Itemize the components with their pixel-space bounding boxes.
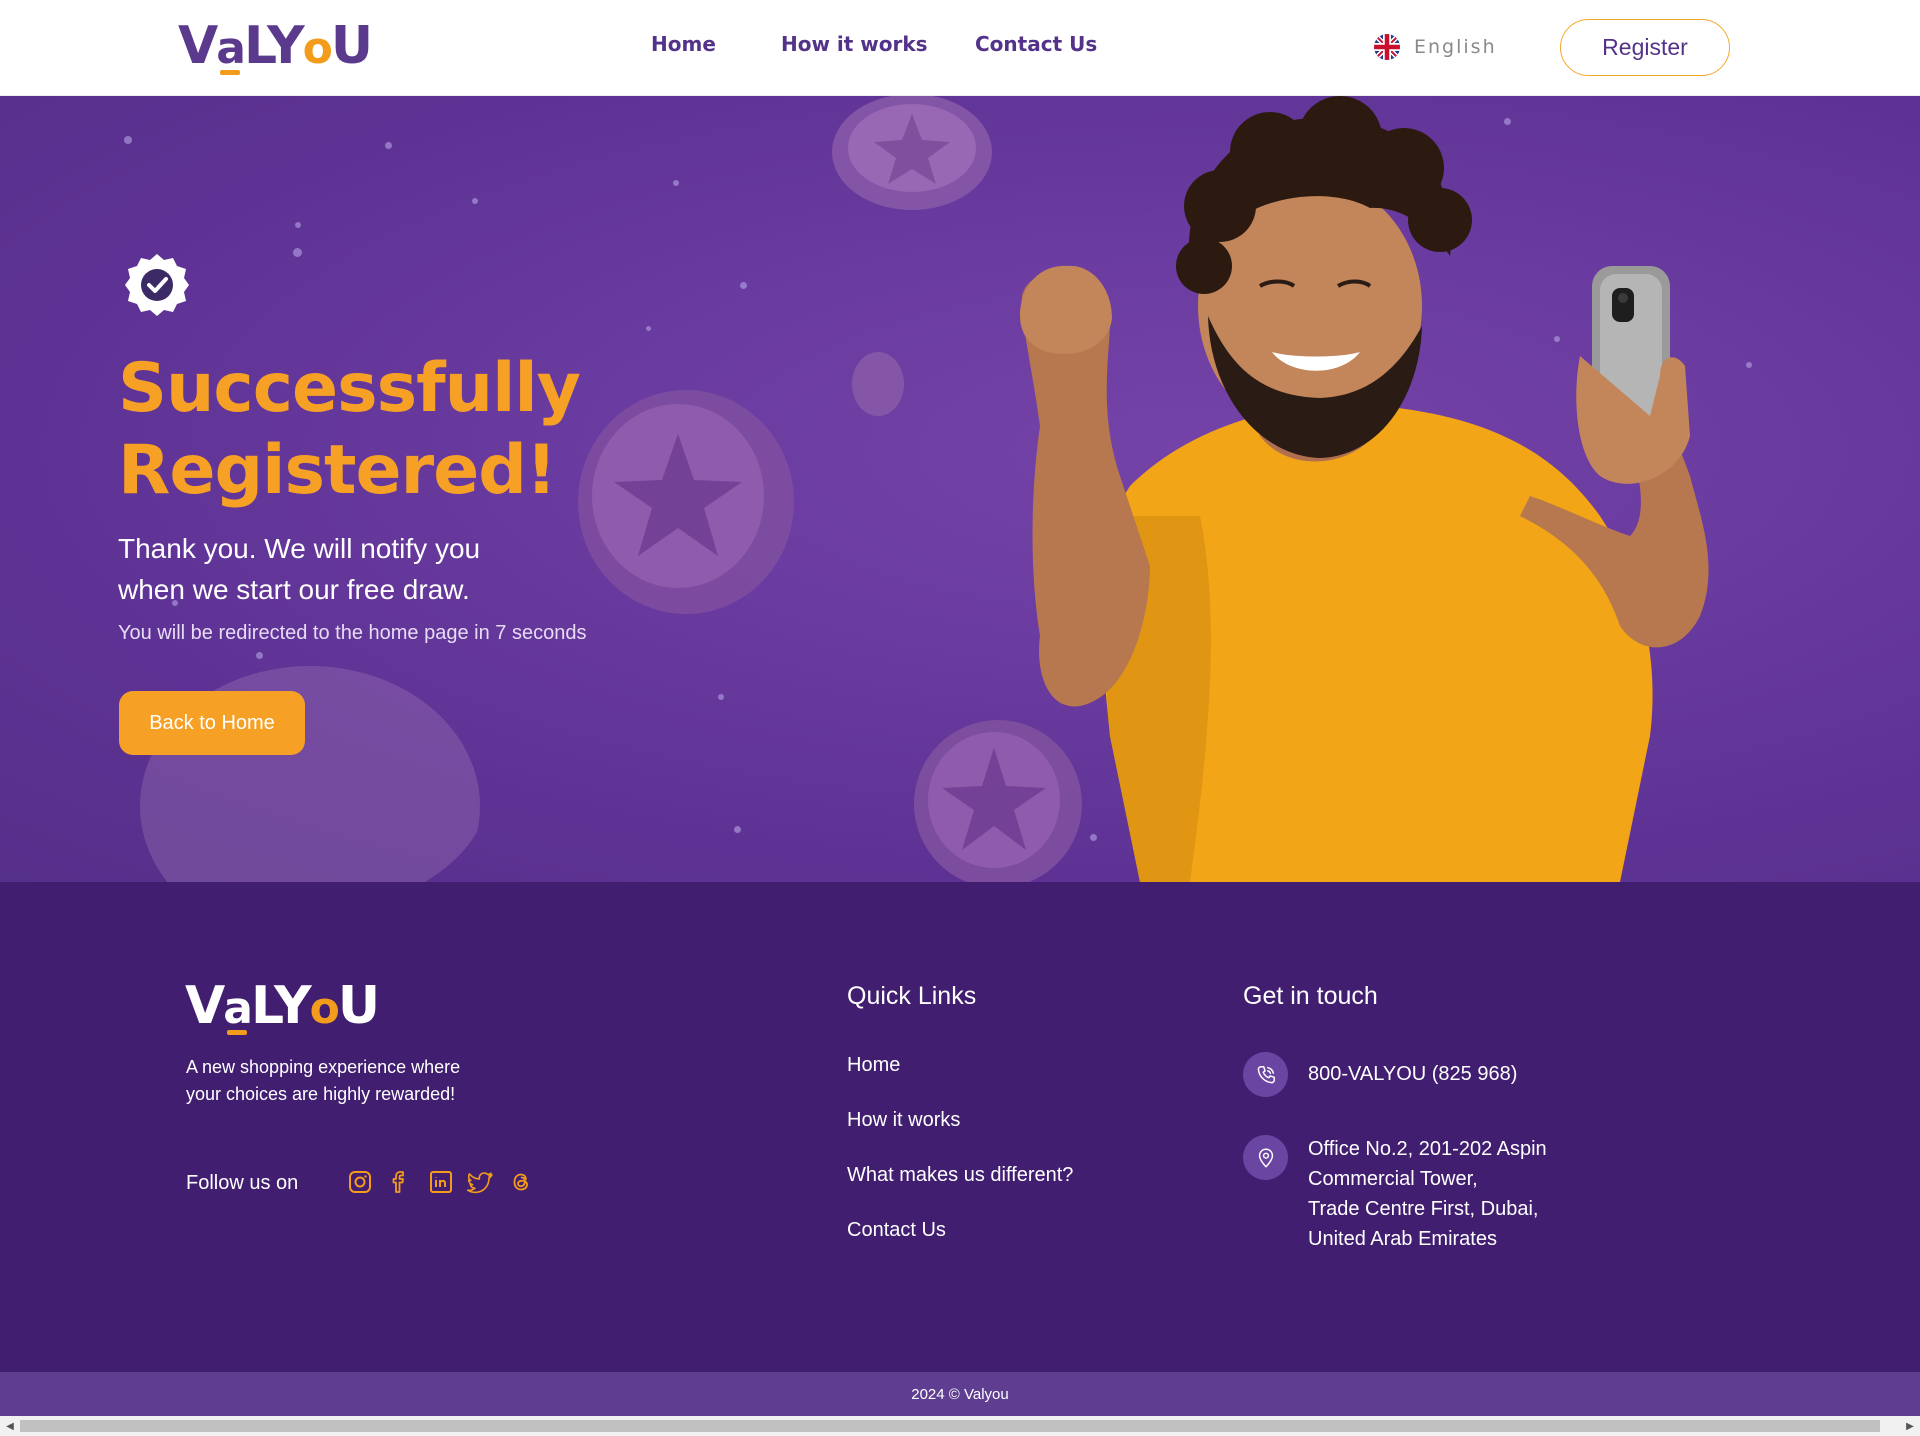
star-coin-icon xyxy=(578,390,794,614)
footer-link-contact-us[interactable]: Contact Us xyxy=(847,1219,946,1242)
back-to-home-button[interactable]: Back to Home xyxy=(119,691,305,755)
sparkle-dot xyxy=(718,694,724,700)
copyright-bar: 2024 © Valyou xyxy=(0,1372,1920,1416)
star-coin-icon xyxy=(852,352,904,416)
sparkle-dot xyxy=(673,180,679,186)
twitter-icon[interactable] xyxy=(467,1168,495,1196)
language-selector[interactable]: English xyxy=(1374,34,1497,60)
threads-icon[interactable] xyxy=(507,1168,535,1196)
location-pin-icon xyxy=(1243,1135,1288,1180)
address-line1: Office No.2, 201-202 Aspin xyxy=(1308,1138,1547,1160)
star-coin-icon xyxy=(140,666,480,882)
get-in-touch-title: Get in touch xyxy=(1243,982,1378,1010)
address-line4: United Arab Emirates xyxy=(1308,1228,1497,1250)
address-line2: Commercial Tower, xyxy=(1308,1168,1478,1190)
site-footer: Va LY o U A new shopping experience where y… xyxy=(0,882,1920,1372)
facebook-icon[interactable] xyxy=(386,1168,414,1196)
valyou-logo[interactable]: Va LY o U xyxy=(178,18,373,75)
footer-tagline: A new shopping experience where your cho… xyxy=(186,1054,486,1108)
contact-address: Office No.2, 201-202 Aspin Commercial To… xyxy=(1308,1134,1608,1254)
scrollbar-thumb[interactable] xyxy=(20,1420,1880,1432)
footer-link-how-it-works[interactable]: How it works xyxy=(847,1109,960,1132)
thank-you-line2: when we start our free draw. xyxy=(118,574,470,605)
sparkle-dot xyxy=(734,826,741,833)
thank-you-message: Thank you. We will notify you when we st… xyxy=(118,528,578,610)
redirect-notice: You will be redirected to the home page … xyxy=(118,622,587,644)
hero-person-image xyxy=(1020,96,1709,882)
nav-contact-us-link[interactable]: Contact Us xyxy=(975,32,1097,56)
quick-links-title: Quick Links xyxy=(847,982,977,1010)
uk-flag-icon xyxy=(1374,34,1400,60)
scroll-right-arrow-icon[interactable]: ▶ xyxy=(1900,1416,1920,1436)
scroll-left-arrow-icon[interactable]: ◀ xyxy=(0,1416,20,1436)
contact-phone[interactable]: 800-VALYOU (825 968) xyxy=(1308,1059,1608,1089)
nav-home-link[interactable]: Home xyxy=(651,32,716,56)
footer-link-home[interactable]: Home xyxy=(847,1054,900,1077)
tagline-line2: your choices are highly rewarded! xyxy=(186,1084,456,1104)
language-label: English xyxy=(1414,36,1497,58)
footer-link-what-makes-us-different[interactable]: What makes us different? xyxy=(847,1164,1073,1187)
hero-section: Successfully Registered! Thank you. We w… xyxy=(0,96,1920,882)
sparkle-dot xyxy=(472,198,478,204)
instagram-icon[interactable] xyxy=(346,1168,374,1196)
linkedin-icon[interactable] xyxy=(427,1168,455,1196)
site-header: Va LY o U Home How it works Contact Us Engl… xyxy=(0,0,1920,96)
success-title-line2: Registered! xyxy=(118,431,557,510)
sparkle-dot xyxy=(646,326,651,331)
tagline-line1: A new shopping experience where xyxy=(186,1057,461,1077)
horizontal-scrollbar[interactable]: ◀ ▶ xyxy=(0,1416,1920,1436)
success-title: Successfully Registered! xyxy=(118,348,581,512)
phone-icon xyxy=(1243,1052,1288,1097)
thank-you-line1: Thank you. We will notify you xyxy=(118,533,481,564)
sparkle-dot xyxy=(740,282,747,289)
follow-us-label: Follow us on xyxy=(186,1172,299,1194)
sparkle-dot xyxy=(124,136,132,144)
nav-how-it-works-link[interactable]: How it works xyxy=(781,32,928,56)
sparkle-dot xyxy=(293,248,302,257)
address-line3: Trade Centre First, Dubai, xyxy=(1308,1198,1539,1220)
copyright-text: 2024 © Valyou xyxy=(911,1385,1009,1403)
footer-valyou-logo[interactable]: Va LY o U xyxy=(185,978,380,1037)
sparkle-dot xyxy=(385,142,392,149)
sparkle-dot xyxy=(295,222,301,228)
register-button[interactable]: Register xyxy=(1560,19,1730,76)
verified-badge-icon xyxy=(125,254,189,316)
success-title-line1: Successfully xyxy=(118,349,581,428)
